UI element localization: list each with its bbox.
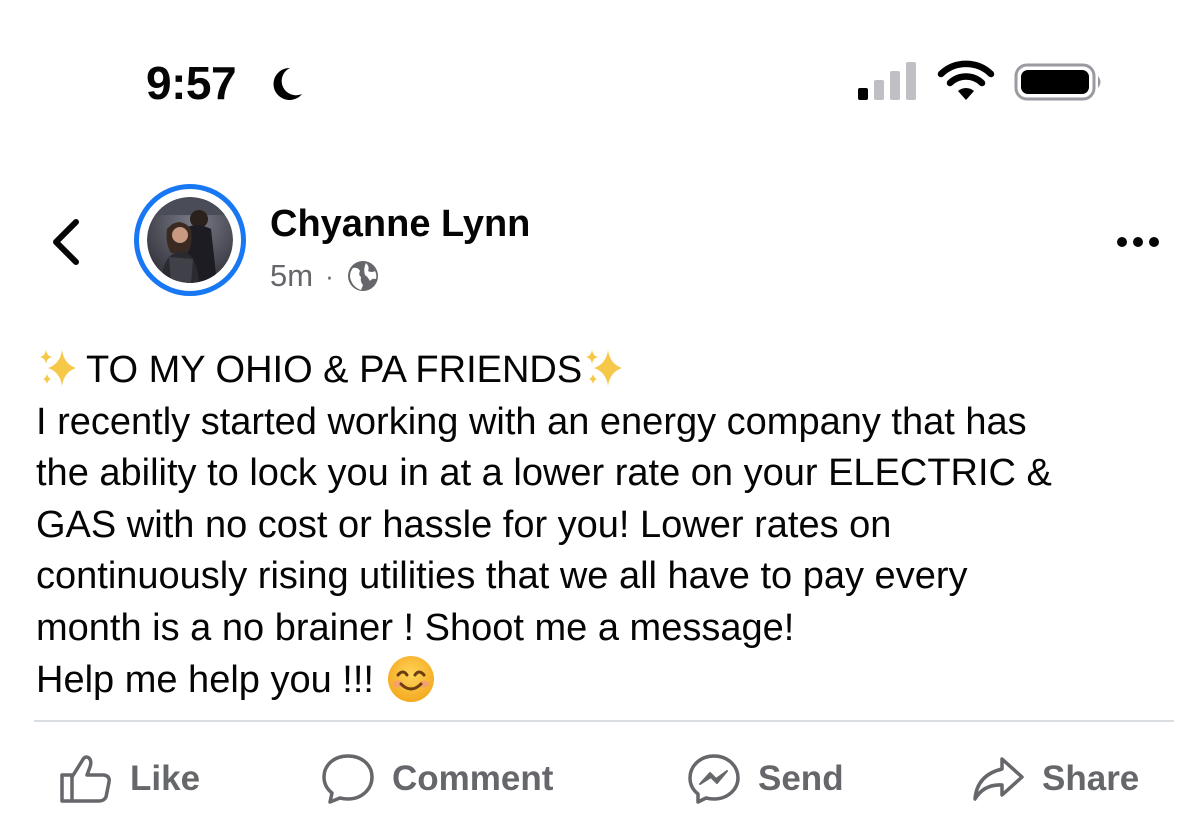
back-button[interactable] xyxy=(42,214,90,270)
wifi-icon xyxy=(937,60,995,100)
messenger-icon xyxy=(688,754,740,804)
comment-button[interactable]: Comment xyxy=(320,744,553,814)
post-headline-line: TO MY OHIO & PA FRIENDS xyxy=(36,345,1186,397)
sparkles-icon xyxy=(40,350,76,386)
status-bar: 9:57 xyxy=(0,0,1200,130)
like-button[interactable]: Like xyxy=(58,744,200,814)
post-text-line: month is a no brainer ! Shoot me a messa… xyxy=(36,606,795,649)
battery-icon xyxy=(1014,63,1101,101)
share-arrow-icon xyxy=(973,757,1024,801)
thumbs-up-icon xyxy=(60,755,111,803)
divider xyxy=(34,720,1174,722)
post-text-line: continuously rising utilities that we al… xyxy=(36,555,968,597)
post-body: TO MY OHIO & PA FRIENDS I recently start… xyxy=(36,345,1186,707)
meta-separator: · xyxy=(325,260,334,291)
avatar-ring[interactable] xyxy=(134,184,246,296)
smiling-face-icon xyxy=(387,656,434,702)
avatar xyxy=(147,197,233,283)
post-last-line: Help me help you !!! xyxy=(36,654,1186,707)
status-time: 9:57 xyxy=(146,57,237,109)
send-button[interactable]: Send xyxy=(686,744,844,814)
post-text-line: Help me help you !!! xyxy=(36,659,374,701)
share-button[interactable]: Share xyxy=(970,744,1139,814)
post-text-line: I recently started working with an energ… xyxy=(36,400,1027,443)
post-timestamp[interactable]: 5m xyxy=(270,258,313,294)
ellipsis-icon xyxy=(1117,237,1159,247)
sparkles-icon xyxy=(586,350,623,386)
post-meta: 5m · xyxy=(270,254,380,298)
signal-icon xyxy=(858,62,916,100)
comment-bubble-icon xyxy=(322,754,374,804)
comment-label: Comment xyxy=(392,759,554,798)
post-text-line: the ability to lock you in at a lower ra… xyxy=(36,452,1052,494)
chevron-left-icon xyxy=(53,219,79,265)
more-options-button[interactable] xyxy=(1108,222,1168,262)
post-action-bar: Like Comment Send Share xyxy=(0,744,1200,814)
post-headline: TO MY OHIO & PA FRIENDS xyxy=(86,349,583,391)
author-name[interactable]: Chyanne Lynn xyxy=(270,200,530,248)
like-label: Like xyxy=(130,759,201,798)
send-label: Send xyxy=(758,759,844,798)
share-label: Share xyxy=(1042,759,1140,798)
post-text-line: GAS with no cost or hassle for you! Lowe… xyxy=(36,503,892,546)
moon-icon xyxy=(273,67,302,100)
globe-icon xyxy=(347,261,378,291)
